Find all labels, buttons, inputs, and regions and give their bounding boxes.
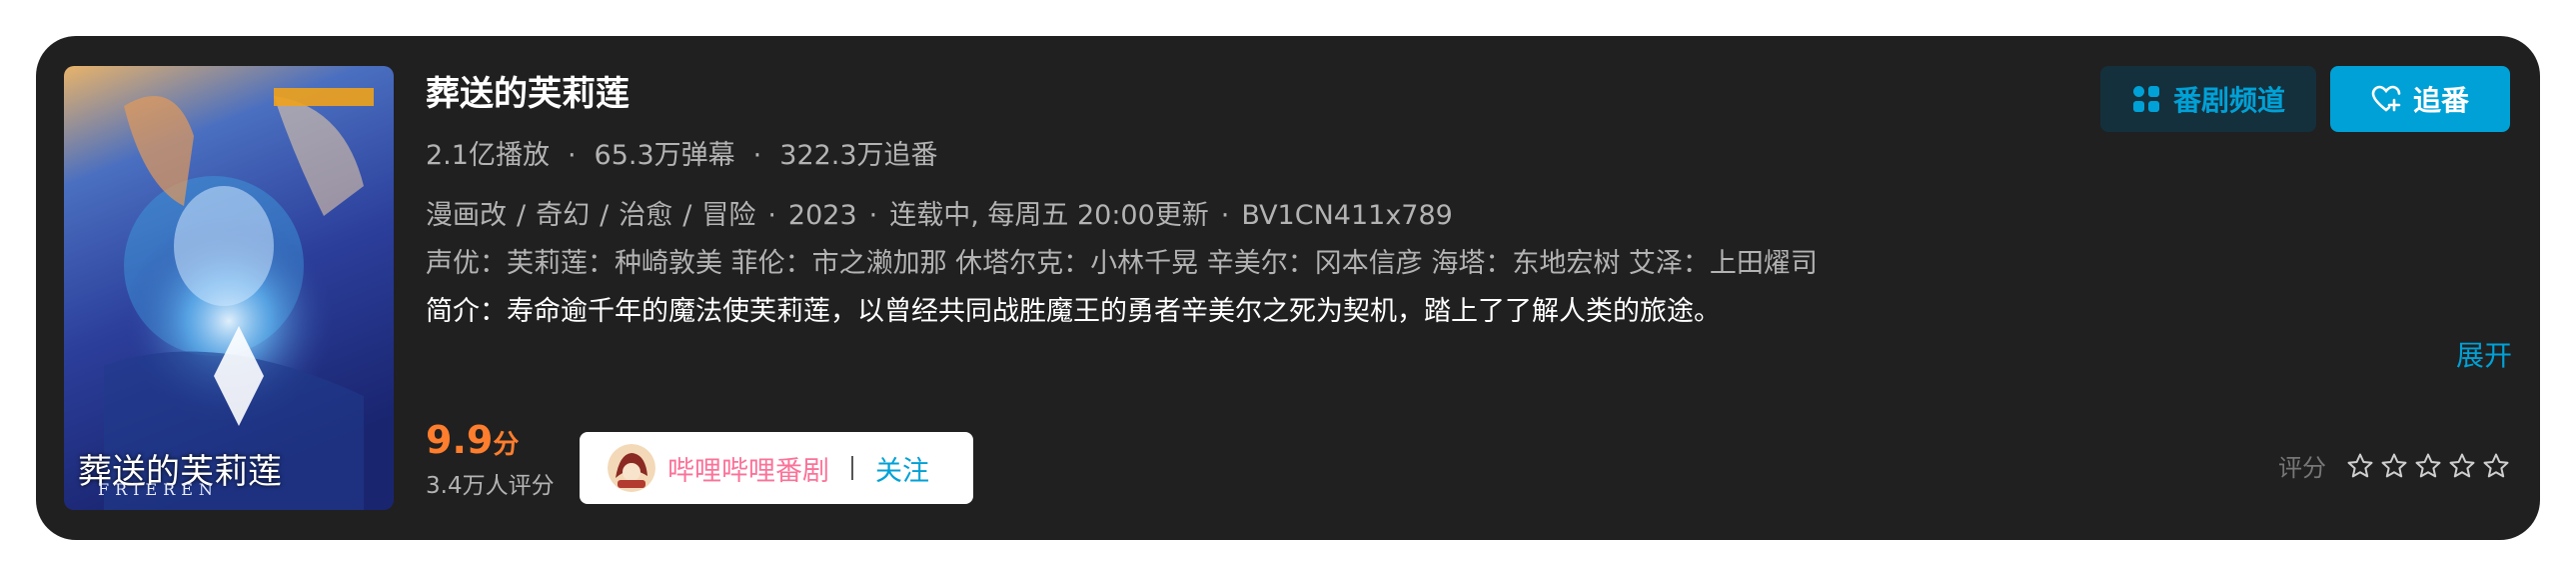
bvid: BV1CN411x789 <box>1241 200 1453 231</box>
update-status: 连载中, 每周五 20:00更新 <box>889 200 1209 231</box>
star-outline-icon[interactable] <box>2346 452 2374 480</box>
uploader-name[interactable]: 哔哩哔哩番剧 <box>667 449 829 488</box>
voice-cast: 声优：芙莉莲：种崎敦美 菲伦：市之濑加那 休塔尔克：小林千晃 辛美尔：冈本信彦 … <box>426 248 1818 279</box>
tag[interactable]: 冒险 <box>701 200 755 231</box>
play-count: 2.1亿播放 <box>426 140 550 171</box>
stats-separator: · <box>567 140 577 171</box>
rating-widget: 评分 <box>2278 448 2510 483</box>
synopsis: 简介：寿命逾千年的魔法使芙莉莲，以曾经共同战胜魔王的勇者辛美尔之死为契机，踏上了… <box>426 296 1721 327</box>
follow-label: 追番 <box>2412 84 2469 117</box>
tag[interactable]: 治愈 <box>619 200 672 231</box>
meta-line: 漫画改 / 奇幻 / 治愈 / 冒险 · 2023 · 连载中, 每周五 20:00更新 · BV1CN… <box>426 196 1453 236</box>
star-outline-icon[interactable] <box>2414 452 2442 480</box>
release-year: 2023 <box>787 200 857 231</box>
bangumi-card: 葬送的芙莉莲 FRIEREN 葬送的芙莉莲 2.1亿播放 · 65.3万弹幕 · 322… <box>36 36 2540 540</box>
tag-separator: / <box>600 200 610 231</box>
score-count: 3.4万人评分 <box>426 473 555 499</box>
danmaku-count: 65.3万弹幕 <box>594 140 735 171</box>
bangumi-title[interactable]: 葬送的芙莉莲 <box>426 70 630 118</box>
meta-separator: · <box>1220 200 1230 231</box>
uploader-follow-button[interactable]: 关注 <box>875 449 929 488</box>
poster-subtitle: FRIEREN <box>98 480 219 499</box>
star-outline-icon[interactable] <box>2448 452 2476 480</box>
poster-image[interactable]: 葬送的芙莉莲 FRIEREN <box>64 66 394 510</box>
avatar[interactable] <box>608 444 655 492</box>
star-outline-icon[interactable] <box>2380 452 2408 480</box>
grid-icon <box>2131 84 2161 114</box>
expand-link[interactable]: 展开 <box>2456 336 2512 376</box>
score: 9.9分 <box>426 418 519 462</box>
tag-separator: / <box>682 200 692 231</box>
star-outline-icon[interactable] <box>2482 452 2510 480</box>
tag[interactable]: 漫画改 <box>426 200 507 231</box>
score-value: 9.9 <box>426 418 494 462</box>
uploader-divider <box>851 456 853 480</box>
stats-line: 2.1亿播放 · 65.3万弹幕 · 322.3万追番 <box>426 136 938 176</box>
score-unit: 分 <box>493 430 520 460</box>
stats-separator: · <box>752 140 762 171</box>
rating-label: 评分 <box>2278 454 2326 482</box>
tag[interactable]: 奇幻 <box>536 200 590 231</box>
meta-separator: · <box>767 200 776 231</box>
bangumi-channel-button[interactable]: 番剧频道 <box>2100 66 2316 132</box>
follow-bangumi-button[interactable]: 追番 <box>2330 66 2510 132</box>
follow-count: 322.3万追番 <box>779 140 938 171</box>
tag-separator: / <box>517 200 527 231</box>
channel-label: 番剧频道 <box>2172 84 2285 117</box>
uploader-card[interactable]: 哔哩哔哩番剧 关注 <box>580 432 973 504</box>
heart-plus-icon <box>2371 84 2401 114</box>
meta-separator: · <box>868 200 878 231</box>
